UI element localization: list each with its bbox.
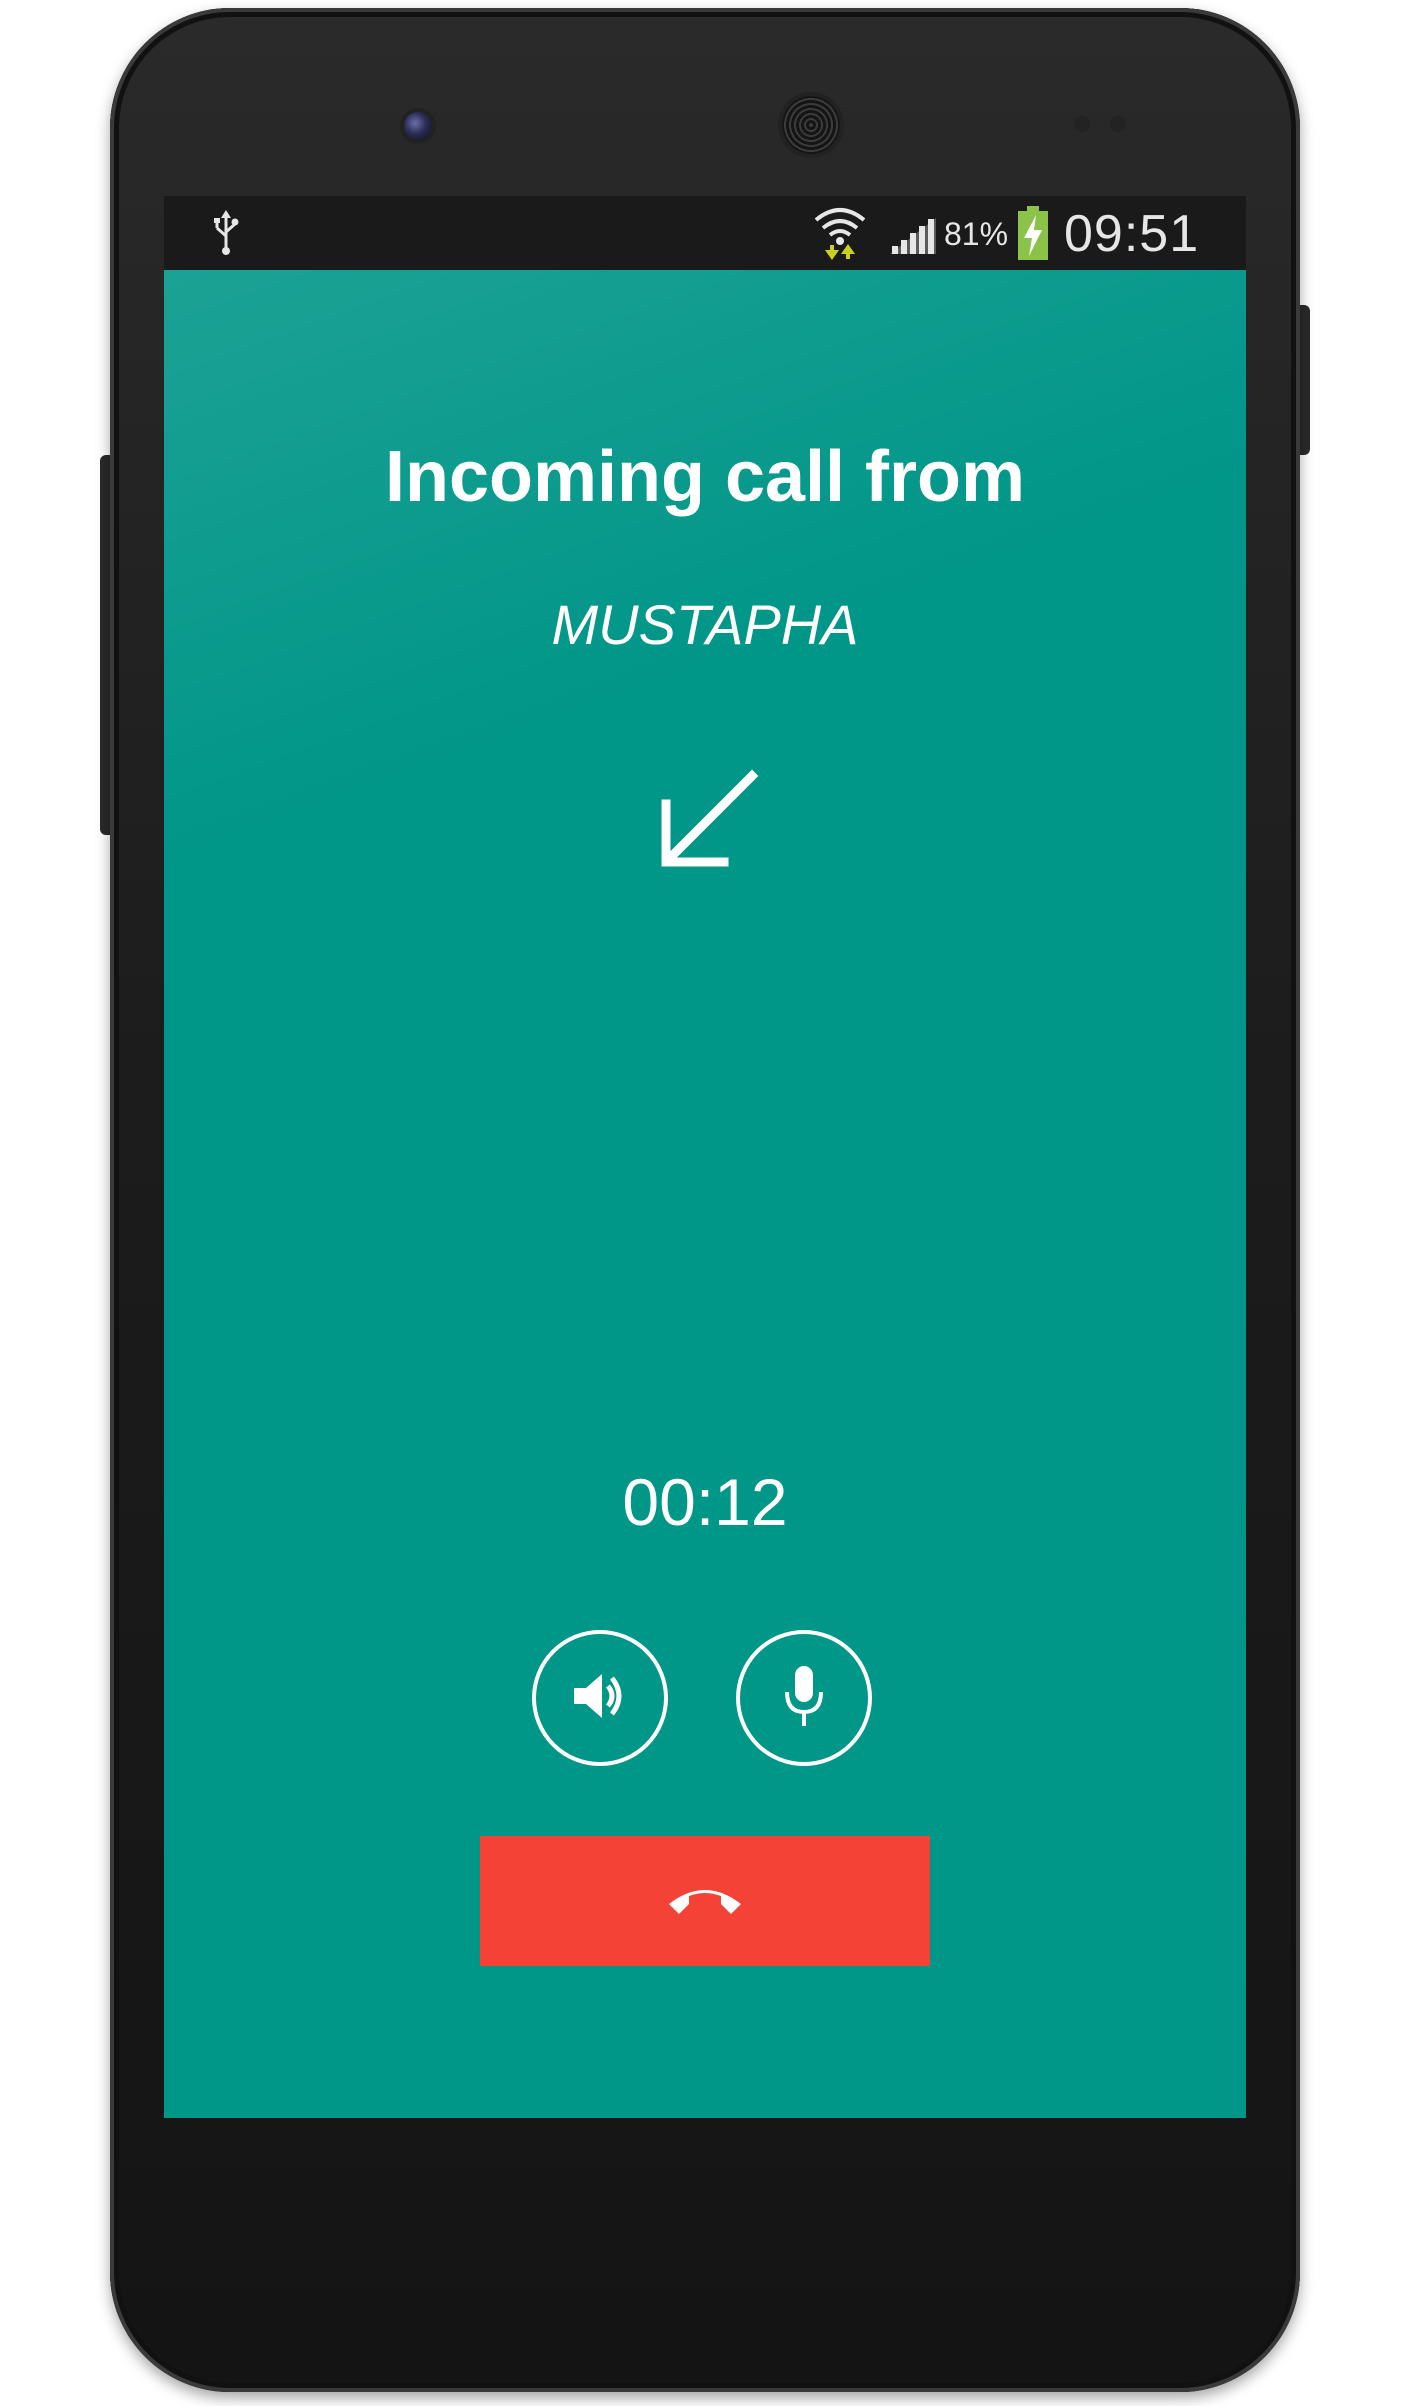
status-time: 09:51 (1064, 205, 1200, 263)
call-title: Incoming call from (384, 437, 1026, 517)
wifi-data-icon (812, 204, 868, 267)
screen: 81% 09:51 Incoming call from MUSTAPHA 00… (164, 196, 1246, 2118)
usb-icon (212, 210, 240, 261)
status-bar: 81% 09:51 (164, 196, 1246, 270)
battery-percent: 81% (944, 216, 1009, 252)
signal-icon (888, 216, 938, 261)
speaker-icon (570, 1668, 630, 1729)
incoming-arrow-icon (650, 768, 760, 878)
caller-name: MUSTAPHA (551, 593, 859, 656)
proximity-sensor (1074, 116, 1090, 132)
call-timer: 00:12 (622, 1465, 788, 1539)
battery-charging-icon (1018, 206, 1048, 265)
mute-button[interactable] (736, 1630, 872, 1766)
microphone-icon (782, 1664, 826, 1733)
front-camera (404, 112, 432, 140)
phone-hangup-icon (667, 1882, 743, 1921)
earpiece-speaker (782, 96, 840, 154)
speaker-button[interactable] (532, 1630, 668, 1766)
hangup-button[interactable] (480, 1836, 930, 1966)
light-sensor (1110, 116, 1126, 132)
